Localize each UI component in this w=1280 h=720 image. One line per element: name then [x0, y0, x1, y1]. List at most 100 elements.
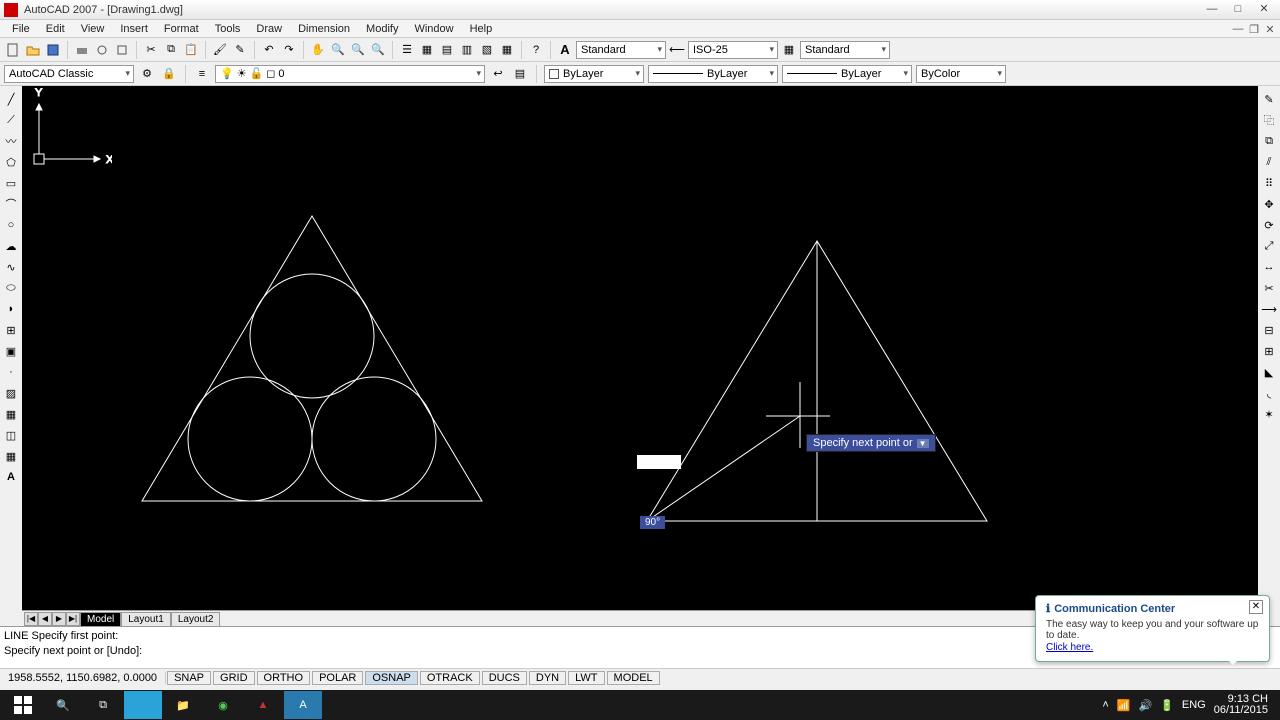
point-tool[interactable]: ·	[2, 363, 20, 381]
mdi-close-button[interactable]: ✕	[1264, 23, 1276, 35]
scale-tool[interactable]: ⤢	[1260, 237, 1278, 255]
layer-manager-button[interactable]: ≡	[193, 65, 211, 83]
tool-palettes-button[interactable]: ▤	[438, 41, 456, 59]
menu-help[interactable]: Help	[462, 22, 501, 36]
plot-preview-button[interactable]	[93, 41, 111, 59]
revcloud-tool[interactable]: ☁	[2, 237, 20, 255]
tab-layout2[interactable]: Layout2	[171, 612, 221, 626]
taskbar-app-1[interactable]	[124, 691, 162, 719]
polygon-tool[interactable]: ⬠	[2, 153, 20, 171]
undo-button[interactable]: ↶	[260, 41, 278, 59]
menu-dimension[interactable]: Dimension	[290, 22, 358, 36]
arc-tool[interactable]: ⌒	[2, 195, 20, 213]
mtext-tool[interactable]: A	[2, 468, 20, 486]
copy-button[interactable]: ⧉	[162, 41, 180, 59]
break-tool[interactable]: ⊟	[1260, 321, 1278, 339]
start-button[interactable]	[4, 691, 42, 719]
insert-block-tool[interactable]: ⊞	[2, 321, 20, 339]
pan-button[interactable]: ✋	[309, 41, 327, 59]
ellipse-arc-tool[interactable]: ◗	[2, 300, 20, 318]
xline-tool[interactable]: ⟋	[2, 111, 20, 129]
menu-window[interactable]: Window	[406, 22, 461, 36]
menu-insert[interactable]: Insert	[112, 22, 156, 36]
dim-style-icon[interactable]: ⟵	[668, 41, 686, 59]
markup-button[interactable]: ▧	[478, 41, 496, 59]
fillet-tool[interactable]: ◟	[1260, 384, 1278, 402]
tab-model[interactable]: Model	[80, 612, 121, 626]
grid-toggle[interactable]: GRID	[213, 671, 255, 685]
chamfer-tool[interactable]: ◣	[1260, 363, 1278, 381]
plotstyle-dropdown[interactable]: ByColor	[916, 65, 1006, 83]
move-tool[interactable]: ✥	[1260, 195, 1278, 213]
zoom-previous-button[interactable]: 🔍	[369, 41, 387, 59]
extend-tool[interactable]: ⟶	[1260, 300, 1278, 318]
stretch-tool[interactable]: ↔	[1260, 258, 1278, 276]
mirror-tool[interactable]: ⧉	[1260, 132, 1278, 150]
copy-tool[interactable]: ⿻	[1260, 111, 1278, 129]
new-button[interactable]	[4, 41, 22, 59]
taskbar-explorer[interactable]: 📁	[164, 691, 202, 719]
dynamic-input-field[interactable]	[637, 455, 681, 469]
match-props-button[interactable]: 🖌	[211, 41, 229, 59]
tray-network-icon[interactable]: 📶	[1117, 699, 1131, 712]
workspace-lock-button[interactable]: 🔒	[160, 65, 178, 83]
text-style-icon[interactable]: A	[556, 41, 574, 59]
menu-format[interactable]: Format	[156, 22, 207, 36]
layer-states-button[interactable]: ▤	[511, 65, 529, 83]
coordinate-readout[interactable]: 1958.5552, 1150.6982, 0.0000	[0, 672, 166, 684]
explode-tool[interactable]: ✶	[1260, 405, 1278, 423]
zoom-realtime-button[interactable]: 🔍	[329, 41, 347, 59]
ducs-toggle[interactable]: DUCS	[482, 671, 527, 685]
offset-tool[interactable]: ⫽	[1260, 153, 1278, 171]
circle-tool[interactable]: ○	[2, 216, 20, 234]
linetype-dropdown[interactable]: ByLayer	[648, 65, 778, 83]
otrack-toggle[interactable]: OTRACK	[420, 671, 480, 685]
comm-center-link[interactable]: Click here.	[1046, 642, 1093, 653]
minimize-button[interactable]: —	[1200, 2, 1224, 18]
tab-layout1[interactable]: Layout1	[121, 612, 171, 626]
tab-nav-last[interactable]: ▶|	[66, 612, 80, 626]
rectangle-tool[interactable]: ▭	[2, 174, 20, 192]
dim-style-dropdown[interactable]: ISO-25	[688, 41, 778, 59]
table-tool[interactable]: ▦	[2, 447, 20, 465]
region-tool[interactable]: ◫	[2, 426, 20, 444]
menu-modify[interactable]: Modify	[358, 22, 406, 36]
tray-clock[interactable]: 9:13 CH 06/11/2015	[1214, 694, 1268, 716]
menu-tools[interactable]: Tools	[207, 22, 249, 36]
help-button[interactable]: ?	[527, 41, 545, 59]
close-button[interactable]: ✕	[1252, 2, 1276, 18]
sheet-set-button[interactable]: ▥	[458, 41, 476, 59]
menu-draw[interactable]: Draw	[248, 22, 290, 36]
osnap-toggle[interactable]: OSNAP	[365, 671, 418, 685]
array-tool[interactable]: ⠿	[1260, 174, 1278, 192]
workspace-settings-button[interactable]: ⚙	[138, 65, 156, 83]
polar-toggle[interactable]: POLAR	[312, 671, 363, 685]
zoom-window-button[interactable]: 🔍	[349, 41, 367, 59]
gradient-tool[interactable]: ▦	[2, 405, 20, 423]
model-toggle[interactable]: MODEL	[607, 671, 660, 685]
redo-button[interactable]: ↷	[280, 41, 298, 59]
mdi-minimize-button[interactable]: —	[1232, 23, 1244, 35]
polyline-tool[interactable]: 〰	[2, 132, 20, 150]
table-style-icon[interactable]: ▦	[780, 41, 798, 59]
properties-button[interactable]: ☰	[398, 41, 416, 59]
tray-volume-icon[interactable]: 🔊	[1139, 699, 1153, 712]
workspace-dropdown[interactable]: AutoCAD Classic	[4, 65, 134, 83]
rotate-tool[interactable]: ⟳	[1260, 216, 1278, 234]
taskbar-app-4[interactable]: ▲	[244, 691, 282, 719]
task-view-button[interactable]: ⧉	[84, 691, 122, 719]
ellipse-tool[interactable]: ⬭	[2, 279, 20, 297]
ortho-toggle[interactable]: ORTHO	[257, 671, 311, 685]
tab-nav-prev[interactable]: ◀	[38, 612, 52, 626]
line-tool[interactable]: ╱	[2, 90, 20, 108]
table-style-dropdown[interactable]: Standard	[800, 41, 890, 59]
open-button[interactable]	[24, 41, 42, 59]
spline-tool[interactable]: ∿	[2, 258, 20, 276]
color-dropdown[interactable]: ByLayer	[544, 65, 644, 83]
trim-tool[interactable]: ✂	[1260, 279, 1278, 297]
make-block-tool[interactable]: ▣	[2, 342, 20, 360]
paste-button[interactable]: 📋	[182, 41, 200, 59]
tray-chevron-icon[interactable]: ˄	[1102, 699, 1108, 711]
taskbar-app-3[interactable]: ◉	[204, 691, 242, 719]
mdi-restore-button[interactable]: ❐	[1248, 23, 1260, 35]
